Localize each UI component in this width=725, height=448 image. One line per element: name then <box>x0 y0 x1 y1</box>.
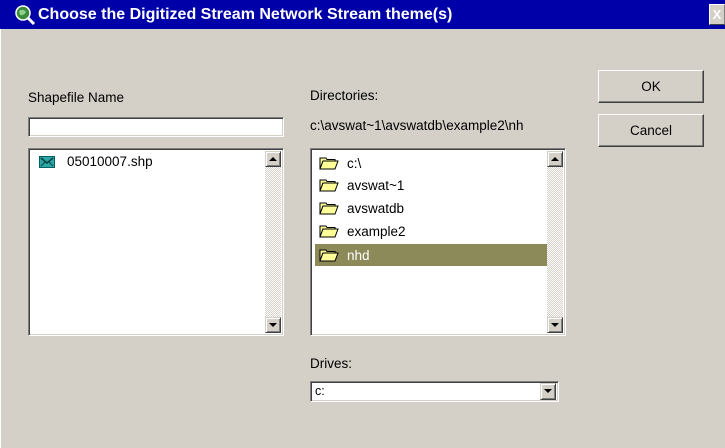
shapefile-scrollbar[interactable] <box>265 151 281 333</box>
directory-item[interactable]: nhd <box>315 244 550 266</box>
open-folder-icon <box>319 179 339 192</box>
window-title: Choose the Digitized Stream Network Stre… <box>38 6 453 23</box>
list-item[interactable]: 05010007.shp <box>39 154 153 169</box>
directory-item[interactable]: c:\ <box>315 152 545 174</box>
title-bar[interactable]: Choose the Digitized Stream Network Stre… <box>0 0 725 29</box>
scroll-down-button[interactable] <box>547 317 563 333</box>
close-icon: X <box>712 7 722 22</box>
open-folder-icon <box>319 202 339 215</box>
open-folder-icon <box>319 157 339 170</box>
globe-magnifier-icon <box>15 5 36 26</box>
directory-name: example2 <box>347 223 406 239</box>
shapefile-name-label: Shapefile Name <box>28 90 125 105</box>
shapefile-icon <box>39 155 55 168</box>
shapefile-list[interactable]: 05010007.shp <box>28 148 284 336</box>
directory-name: c:\ <box>347 155 362 171</box>
cancel-button[interactable]: Cancel <box>598 114 704 147</box>
file-name: 05010007.shp <box>67 154 153 169</box>
window-frame <box>0 29 4 448</box>
drives-selected-value: c: <box>315 384 325 398</box>
directory-path: c:\avswat~1\avswatdb\example2\nh <box>310 118 524 133</box>
arrow-down-icon <box>269 323 277 327</box>
directory-name: avswatdb <box>347 200 405 216</box>
arrow-up-icon <box>551 157 559 161</box>
scroll-up-button[interactable] <box>265 151 281 167</box>
arrow-down-icon <box>551 323 559 327</box>
close-button[interactable]: X <box>709 4 725 25</box>
directory-item[interactable]: example2 <box>315 220 545 242</box>
scroll-up-button[interactable] <box>547 151 563 167</box>
drives-label: Drives: <box>310 356 353 371</box>
drives-select[interactable]: c: <box>310 381 559 402</box>
scroll-down-button[interactable] <box>265 317 281 333</box>
drives-dropdown-button[interactable] <box>540 383 556 400</box>
open-folder-icon <box>319 225 339 238</box>
ok-button[interactable]: OK <box>598 70 704 103</box>
shapefile-name-input[interactable] <box>28 117 284 137</box>
directory-list[interactable]: c:\ avswat~1 avswatdb example2 nhd <box>310 148 566 336</box>
arrow-up-icon <box>269 157 277 161</box>
directory-name: nhd <box>347 247 370 263</box>
directory-item[interactable]: avswat~1 <box>315 174 545 196</box>
chevron-down-icon <box>544 389 552 393</box>
directory-name: avswat~1 <box>347 177 405 193</box>
open-folder-icon <box>319 249 339 262</box>
directories-label: Directories: <box>310 88 379 103</box>
directory-item[interactable]: avswatdb <box>315 197 545 219</box>
directory-scrollbar[interactable] <box>547 151 563 333</box>
